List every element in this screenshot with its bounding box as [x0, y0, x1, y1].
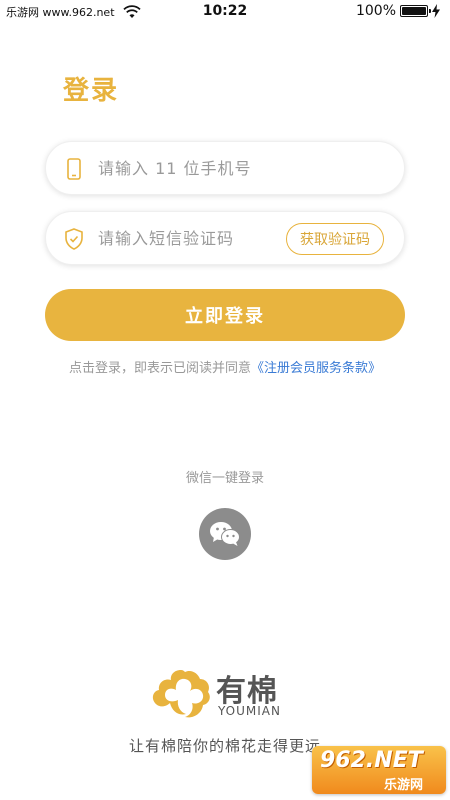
- shield-icon: [65, 228, 83, 250]
- terms-link[interactable]: 《注册会员服务条款》: [251, 361, 381, 376]
- battery-icon: [400, 5, 431, 17]
- brand-logo: 有棉 YOUMIAN: [150, 662, 310, 722]
- wechat-icon: [210, 522, 240, 546]
- battery-percent: 100%: [355, 3, 396, 19]
- wechat-login-button[interactable]: [199, 508, 251, 560]
- watermark-main-text: 962.NET: [320, 748, 423, 773]
- charging-bolt-icon: [432, 4, 440, 18]
- agreement-text: 点击登录，即表示已阅读并同意《注册会员服务条款》: [0, 357, 450, 376]
- sms-code-input[interactable]: [98, 212, 278, 264]
- phone-field: [45, 141, 405, 195]
- phone-input[interactable]: [98, 142, 388, 194]
- wechat-login-label: 微信一键登录: [185, 471, 264, 486]
- get-code-button[interactable]: 获取验证码: [286, 223, 384, 255]
- status-right: 100%: [356, 3, 440, 19]
- login-button[interactable]: 立即登录: [45, 289, 405, 341]
- status-bar: 乐游网 www.962.net 10:22 100%: [0, 0, 450, 24]
- page-title: 登录: [63, 76, 120, 106]
- phone-icon: [67, 158, 81, 180]
- sms-code-field: 获取验证码: [45, 211, 405, 265]
- watermark-sub-text: 乐游网: [384, 778, 424, 793]
- site-watermark: 962.NET 乐游网: [312, 746, 446, 794]
- brand-latin-name: YOUMIAN: [218, 704, 281, 718]
- agreement-prefix: 点击登录，即表示已阅读并同意: [68, 361, 251, 376]
- cotton-logo-icon: [152, 670, 210, 718]
